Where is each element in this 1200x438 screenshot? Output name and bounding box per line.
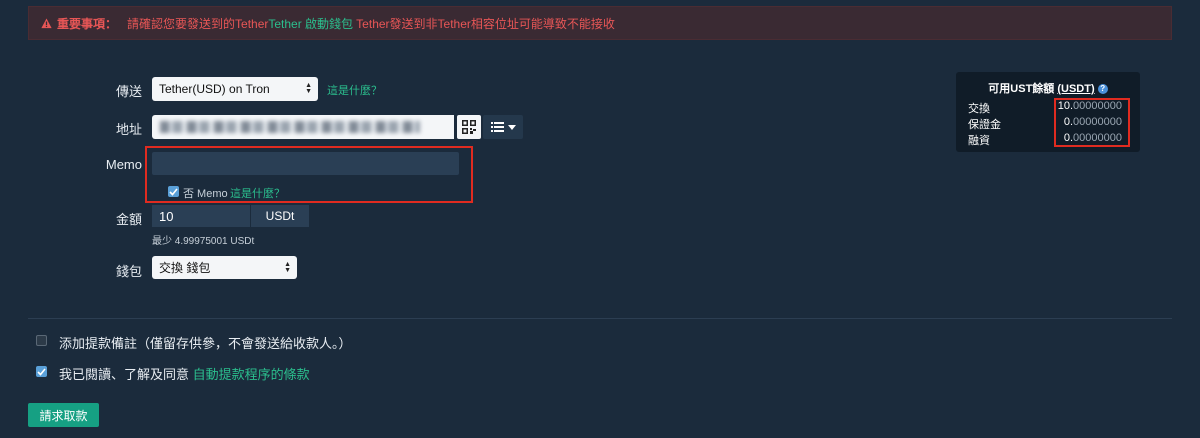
memo-help-link[interactable]: 這是什麼？ xyxy=(230,185,285,201)
balance-unit-link[interactable]: (USDT) xyxy=(1057,83,1094,95)
warning-accent-text: Tether 啟動錢包 xyxy=(268,16,354,31)
no-memo-label: 否 Memo xyxy=(183,188,228,200)
address-redacted xyxy=(160,121,420,133)
currency-help-link[interactable]: 這是什麼？ xyxy=(327,82,382,98)
balance-title-text: 可用UST餘額 xyxy=(988,83,1055,95)
check-icon xyxy=(37,367,46,376)
agree-terms-text: 我已閱讀、了解及同意 xyxy=(59,367,193,382)
send-label: 傳送 xyxy=(115,84,142,99)
select-arrows-icon: ▲ ▼ xyxy=(284,260,291,274)
balance-row-label: 交換 xyxy=(968,103,990,115)
amount-unit: USDt xyxy=(251,205,309,227)
currency-select[interactable]: Tether(USD) on Tron ▲ ▼ xyxy=(152,77,318,101)
no-memo-checkbox[interactable] xyxy=(168,186,179,197)
check-icon xyxy=(169,187,178,196)
address-book-dropdown[interactable] xyxy=(483,115,523,139)
withdrawal-note-checkbox[interactable] xyxy=(36,335,47,346)
minimum-amount-text: 最少 4.99975001 USDt xyxy=(152,236,255,247)
agree-terms-checkbox[interactable] xyxy=(36,366,47,377)
divider xyxy=(28,318,1172,319)
address-label: 地址 xyxy=(115,122,142,137)
memo-label: Memo xyxy=(105,157,142,172)
balance-highlight-box xyxy=(1054,98,1130,147)
balance-title: 可用UST餘額 (USDT) ? xyxy=(956,80,1140,96)
wallet-label: 錢包 xyxy=(115,264,142,279)
address-input[interactable] xyxy=(152,115,454,139)
question-icon[interactable]: ? xyxy=(1097,84,1108,94)
amount-input[interactable]: 10 xyxy=(152,205,250,227)
withdrawal-note-label: 添加提款備註（僅留存供參，不會發送給收款人。） xyxy=(59,336,352,351)
balance-row-label: 融資 xyxy=(968,135,990,147)
qr-code-icon xyxy=(462,120,476,134)
warning-text: 請確認您要發送到的Tether xyxy=(127,16,269,31)
qr-code-button[interactable] xyxy=(457,115,481,139)
amount-label: 金額 xyxy=(115,212,142,227)
terms-link[interactable]: 自動提款程序的條款 xyxy=(193,367,310,382)
warning-text-after: Tether發送到非Tether相容位址可能導致不能接收 xyxy=(353,16,615,31)
warning-icon xyxy=(41,17,52,28)
wallet-select-value: 交換 錢包 xyxy=(159,261,211,275)
warning-banner: 重要事項： 請確認您要發送到的Tether Tether 啟動錢包 Tether發… xyxy=(28,6,1172,40)
currency-select-value: Tether(USD) on Tron xyxy=(159,82,270,96)
select-arrows-icon: ▲ ▼ xyxy=(305,82,312,95)
list-icon xyxy=(490,122,504,132)
caret-down-icon xyxy=(507,124,516,130)
request-withdrawal-button[interactable]: 請求取款 xyxy=(28,403,99,427)
wallet-select[interactable]: 交換 錢包 ▲ ▼ xyxy=(152,256,297,279)
balance-row-label: 保證金 xyxy=(968,119,1001,131)
warning-title: 重要事項： xyxy=(57,16,118,31)
agree-terms-label: 我已閱讀、了解及同意 自動提款程序的條款 xyxy=(59,364,310,383)
